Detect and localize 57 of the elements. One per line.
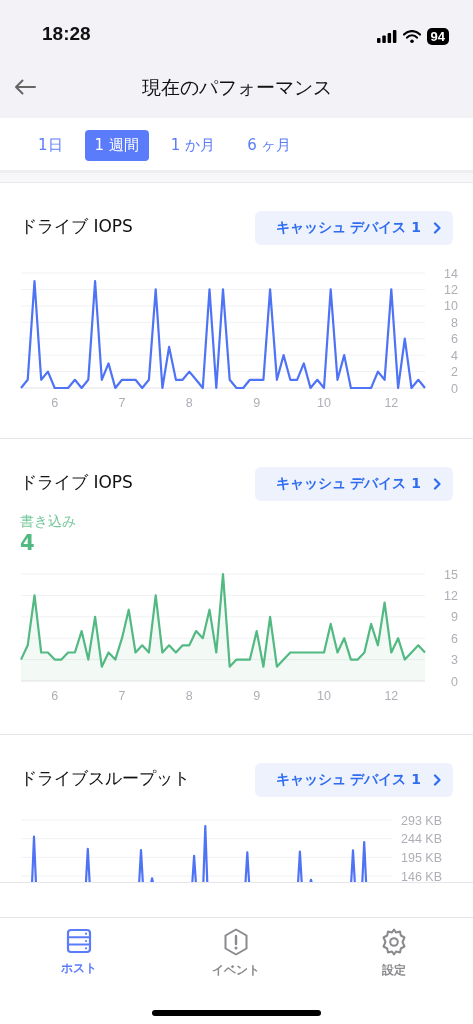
device-button[interactable]: キャッシュ デバイス 1	[255, 467, 453, 501]
section-title: ドライブ IOPS	[20, 471, 133, 494]
axis-label: 6	[451, 631, 458, 646]
legend-value: 4	[20, 531, 36, 555]
period-tab[interactable]: 1日	[28, 130, 73, 161]
axis-label: 7	[118, 396, 126, 410]
axis-label: 9	[253, 396, 261, 410]
wifi-icon	[402, 30, 421, 43]
axis-label: 8	[185, 396, 193, 410]
signal-icon	[376, 30, 397, 43]
axis-label: 10	[317, 396, 331, 410]
axis-label: 6	[451, 332, 458, 347]
settings-icon	[381, 928, 408, 956]
tab-bar-item[interactable]: イベント	[186, 928, 287, 979]
axis-label: 6	[51, 396, 59, 410]
period-tab[interactable]: 1 か月	[160, 130, 226, 161]
axis-label: 14	[444, 266, 458, 281]
status-time: 18:28	[42, 23, 91, 45]
axis-label: 8	[185, 689, 193, 703]
device-button[interactable]: キャッシュ デバイス 1	[255, 763, 453, 797]
section-title: ドライブスループット	[20, 767, 190, 790]
axis-label: 12	[444, 588, 458, 603]
axis-label: 15	[444, 567, 458, 582]
axis-label: 12	[444, 282, 458, 297]
axis-label: 146 KB	[401, 869, 442, 882]
back-arrow-icon[interactable]	[14, 79, 36, 95]
axis-label: 195 KB	[401, 850, 442, 865]
axis-label: 6	[51, 689, 59, 703]
page-title: 現在のパフォーマンス	[141, 74, 332, 100]
axis-label: 4	[451, 348, 458, 363]
axis-label: 2	[451, 365, 458, 380]
battery-level: 94	[426, 28, 449, 45]
axis-label: 12	[384, 689, 399, 703]
axis-label: 293 KB	[401, 813, 442, 828]
section-title: ドライブ IOPS	[20, 215, 133, 238]
legend-label: 書き込み	[20, 513, 77, 531]
axis-label: 8	[451, 315, 458, 330]
axis-label: 0	[451, 381, 458, 396]
server-icon	[65, 928, 92, 954]
chevron-icon	[433, 222, 441, 234]
chevron-icon	[433, 478, 441, 490]
period-tab[interactable]: 6 ヶ月	[237, 130, 302, 161]
period-tab[interactable]: 1 週間	[84, 130, 149, 161]
axis-label: 7	[118, 689, 126, 703]
axis-label: 9	[451, 610, 458, 625]
axis-label: 10	[317, 689, 331, 703]
axis-label: 244 KB	[401, 832, 442, 847]
axis-label: 3	[451, 653, 458, 668]
device-button[interactable]: キャッシュ デバイス 1	[255, 211, 453, 245]
axis-label: 0	[451, 674, 458, 689]
axis-label: 12	[384, 396, 399, 410]
tab-bar-item[interactable]: 設定	[344, 928, 445, 979]
tab-bar-item[interactable]: ホスト	[28, 928, 129, 979]
alert-icon	[223, 928, 250, 956]
chevron-icon	[433, 774, 441, 786]
axis-label: 10	[444, 299, 458, 314]
axis-label: 9	[253, 689, 261, 703]
